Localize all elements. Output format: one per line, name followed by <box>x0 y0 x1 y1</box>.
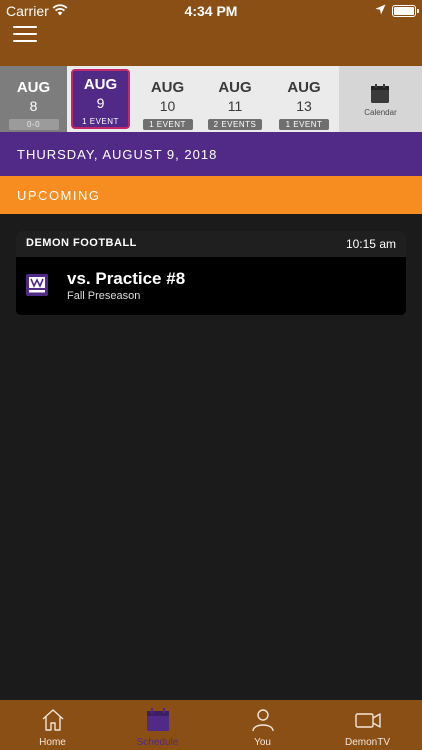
upcoming-section-header: UPCOMING <box>0 176 422 214</box>
event-team-name: DEMON FOOTBALL <box>26 237 137 249</box>
video-camera-icon <box>355 713 381 728</box>
team-logo-icon <box>26 274 48 296</box>
hamburger-menu-icon[interactable] <box>13 26 37 42</box>
status-bar: Carrier 4:34 PM <box>0 0 422 22</box>
date-month: AUG <box>287 79 321 96</box>
app-screen: Carrier 4:34 PM AUG 8 0-0 AUG 9 1 EVENT … <box>0 0 422 750</box>
date-day: 13 <box>296 98 312 114</box>
date-event-count: 1 EVENT <box>142 119 193 130</box>
date-item-aug-8[interactable]: AUG 8 0-0 <box>0 66 67 132</box>
date-month: AUG <box>83 76 118 93</box>
date-event-count: 2 EVENTS <box>207 119 263 130</box>
event-card[interactable]: DEMON FOOTBALL 10:15 am vs. Practice #8 … <box>16 231 406 315</box>
selected-day-header: THURSDAY, AUGUST 9, 2018 <box>0 132 422 176</box>
event-time: 10:15 am <box>345 237 396 251</box>
date-event-count: 1 EVENT <box>82 117 119 126</box>
date-item-aug-11[interactable]: AUG 11 2 EVENTS <box>201 66 269 132</box>
event-subtitle: Fall Preseason <box>67 290 141 302</box>
tab-schedule[interactable]: Schedule <box>105 700 210 750</box>
calendar-icon <box>371 84 389 103</box>
tab-you[interactable]: You <box>210 700 315 750</box>
tab-demontv[interactable]: DemonTV <box>315 700 422 750</box>
date-day: 9 <box>96 95 105 111</box>
date-month: AUG <box>16 79 51 96</box>
calendar-button[interactable]: Calendar <box>339 66 422 132</box>
date-item-aug-10[interactable]: AUG 10 1 EVENT <box>134 66 201 132</box>
event-title: vs. Practice #8 <box>67 269 186 288</box>
person-icon <box>252 709 274 732</box>
tab-label: You <box>254 737 271 748</box>
date-day: 11 <box>227 98 243 114</box>
tab-label: Home <box>39 737 66 748</box>
date-day: 10 <box>159 98 176 114</box>
app-header: Carrier 4:34 PM <box>0 0 422 66</box>
date-strip: AUG 8 0-0 AUG 9 1 EVENT AUG 10 1 EVENT A… <box>0 66 422 132</box>
tab-home[interactable]: Home <box>0 700 105 750</box>
tab-label: DemonTV <box>344 737 390 748</box>
battery-icon <box>392 5 419 17</box>
location-arrow-icon <box>375 4 386 15</box>
tab-label: Schedule <box>136 737 179 748</box>
tab-bar: Home Schedule You DemonTV <box>0 700 422 750</box>
status-time: 4:34 PM <box>184 3 238 19</box>
date-month: AUG <box>218 79 252 96</box>
calendar-icon <box>147 708 169 731</box>
date-event-count: 0-0 <box>8 119 59 130</box>
date-item-aug-9[interactable]: AUG 9 1 EVENT <box>67 66 134 132</box>
date-event-count: 1 EVENT <box>279 119 329 130</box>
date-item-aug-13[interactable]: AUG 13 1 EVENT <box>269 66 339 132</box>
home-icon <box>42 709 64 731</box>
calendar-label: Calendar <box>364 108 397 117</box>
date-month: AUG <box>150 79 185 96</box>
event-card-header: DEMON FOOTBALL 10:15 am <box>16 231 406 257</box>
date-day: 8 <box>29 98 38 114</box>
